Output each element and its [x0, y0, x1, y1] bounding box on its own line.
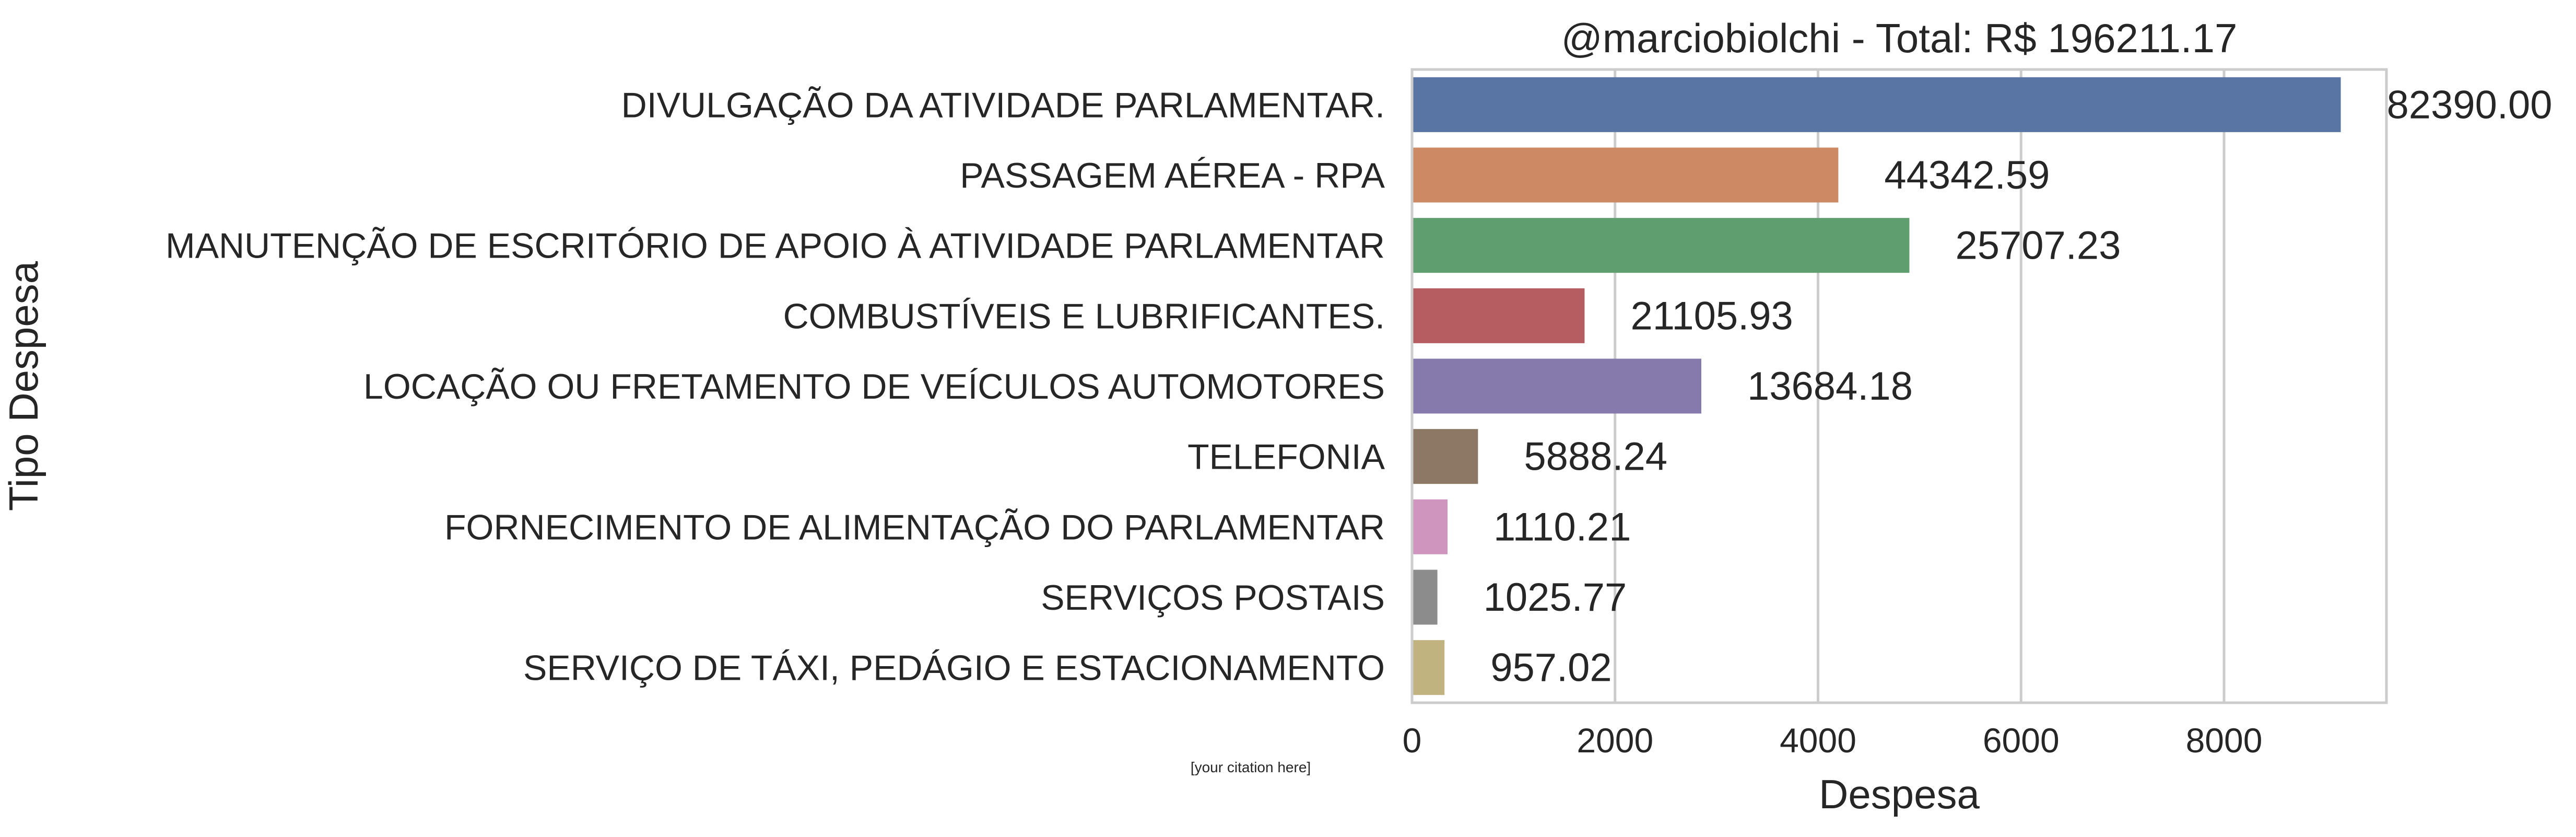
data-label: 1025.77: [1484, 575, 1627, 620]
bar: [1412, 429, 1478, 484]
data-label: 25707.23: [1955, 224, 2121, 268]
citation-note: [your citation here]: [1191, 759, 1311, 775]
data-label: 957.02: [1490, 646, 1612, 690]
y-tick-label: DIVULGAÇÃO DA ATIVIDADE PARLAMENTAR.: [621, 85, 1385, 125]
data-label: 5888.24: [1524, 435, 1667, 479]
bar: [1412, 640, 1445, 695]
chart-title: @marciobiolchi - Total: R$ 196211.17: [1561, 15, 2238, 61]
data-label: 1110.21: [1493, 505, 1631, 549]
x-tick-label: 8000: [2186, 721, 2263, 760]
bar: [1412, 499, 1448, 554]
x-tick-label: 0: [1403, 721, 1422, 760]
y-tick-label: COMBUSTÍVEIS E LUBRIFICANTES.: [783, 296, 1385, 336]
bar: [1412, 358, 1701, 414]
y-tick-label: PASSAGEM AÉREA - RPA: [960, 156, 1385, 195]
labels: 0 2000 4000 6000 8000 DIVULGAÇÃO DA ATIVIDADE…: [166, 83, 2553, 760]
y-axis-label: Tipo Despesa: [1, 261, 46, 511]
y-tick-label: FORNECIMENTO DE ALIMENTAÇÃO DO PARLAMENT…: [444, 507, 1385, 547]
y-tick-label: SERVIÇOS POSTAIS: [1041, 578, 1385, 618]
bar: [1412, 77, 2341, 132]
bar: [1412, 218, 1910, 273]
y-tick-label: LOCAÇÃO OU FRETAMENTO DE VEÍCULOS AUTOMO…: [363, 367, 1385, 406]
data-label: 82390.00: [2387, 83, 2553, 127]
data-label: 13684.18: [1747, 364, 1913, 409]
bar: [1412, 569, 1438, 625]
data-label: 21105.93: [1630, 294, 1793, 338]
bar: [1412, 288, 1585, 343]
y-tick-label: SERVIÇO DE TÁXI, PEDÁGIO E ESTACIONAMENT…: [523, 648, 1385, 688]
y-tick-label: MANUTENÇÃO DE ESCRITÓRIO DE APOIO À ATIV…: [166, 226, 1385, 266]
x-tick-label: 4000: [1780, 721, 1856, 760]
x-axis-label: Despesa: [1819, 771, 1980, 817]
data-label: 44342.59: [1884, 153, 2050, 197]
y-tick-label: TELEFONIA: [1187, 437, 1385, 477]
bar: [1412, 147, 1839, 203]
chart: 0 2000 4000 6000 8000 DIVULGAÇÃO DA ATIVIDADE…: [1, 15, 2553, 817]
x-tick-label: 2000: [1577, 721, 1653, 760]
x-tick-label: 6000: [1983, 721, 2060, 760]
